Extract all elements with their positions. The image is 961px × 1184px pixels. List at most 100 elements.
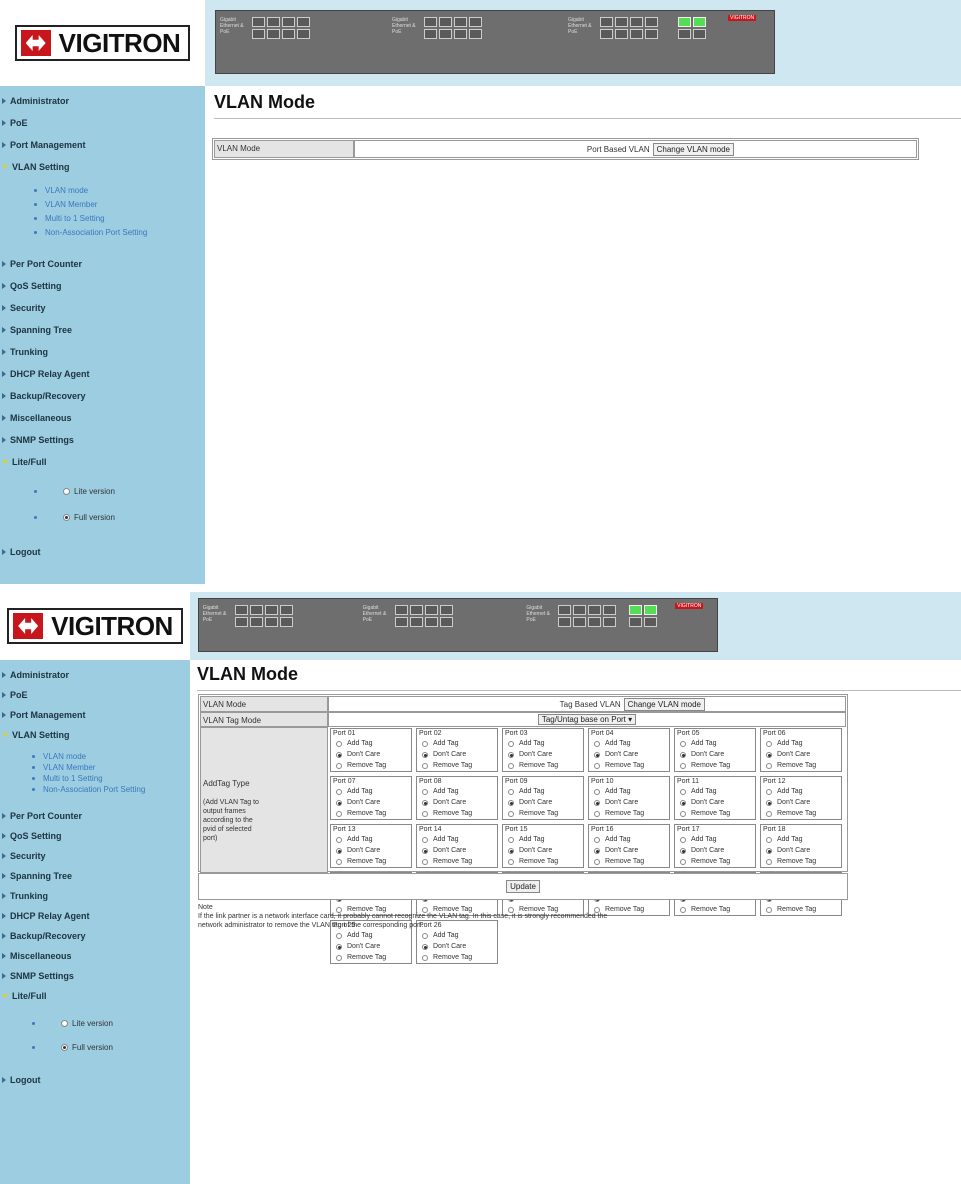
tag-option-add-tag[interactable]: Add Tag [766,788,803,795]
sidebar-item-poe[interactable]: PoE [0,688,28,702]
radio-icon[interactable] [422,836,428,843]
sfp-port-icon[interactable] [643,605,657,615]
tag-option-remove-tag[interactable]: Remove Tag [766,858,816,865]
tag-option-don-t-care[interactable]: Don't Care [766,847,810,854]
tag-option-remove-tag[interactable]: Remove Tag [508,762,558,769]
radio-icon[interactable] [766,847,772,854]
tag-option-don-t-care[interactable]: Don't Care [508,799,552,806]
sidebar-item-snmp-settings[interactable]: SNMP Settings [0,433,74,447]
ethernet-port-icon[interactable] [600,29,613,39]
radio-icon[interactable] [508,836,514,843]
ethernet-port-icon[interactable] [558,617,572,627]
tag-option-remove-tag[interactable]: Remove Tag [680,858,730,865]
tag-option-don-t-care[interactable]: Don't Care [422,943,466,950]
tag-option-don-t-care[interactable]: Don't Care [594,799,638,806]
tag-option-don-t-care[interactable]: Don't Care [594,751,638,758]
sidebar-subitem-non-association-port-setting[interactable]: Non-Association Port Setting [32,785,162,795]
ethernet-port-icon[interactable] [409,605,423,615]
sidebar-item-lite-full[interactable]: Lite/Full [0,989,47,1003]
tag-option-remove-tag[interactable]: Remove Tag [680,762,730,769]
radio-icon[interactable] [422,954,428,961]
tag-option-add-tag[interactable]: Add Tag [336,932,373,939]
ethernet-port-icon[interactable] [409,617,423,627]
radio-icon[interactable] [766,751,772,758]
radio-icon[interactable] [766,810,772,817]
radio-icon[interactable] [422,810,428,817]
sidebar-subitem-multi-to-1-setting[interactable]: Multi to 1 Setting [34,214,174,224]
tag-option-don-t-care[interactable]: Don't Care [336,799,380,806]
ethernet-port-icon[interactable] [282,17,295,27]
sidebar-subitem-non-association-port-setting[interactable]: Non-Association Port Setting [34,228,174,238]
tag-option-don-t-care[interactable]: Don't Care [336,751,380,758]
tag-option-remove-tag[interactable]: Remove Tag [336,762,386,769]
sidebar-item-spanning-tree[interactable]: Spanning Tree [0,869,72,883]
radio-icon[interactable] [422,799,428,806]
tag-option-add-tag[interactable]: Add Tag [422,932,459,939]
sidebar-subitem-vlan-mode[interactable]: VLAN mode [34,186,174,196]
radio-icon[interactable] [594,836,600,843]
radio-icon[interactable] [336,858,342,865]
tag-option-don-t-care[interactable]: Don't Care [680,799,724,806]
sidebar-item-security[interactable]: Security [0,301,46,315]
radio-icon[interactable] [680,740,686,747]
ethernet-port-icon[interactable] [267,17,280,27]
tag-option-don-t-care[interactable]: Don't Care [680,751,724,758]
tag-option-remove-tag[interactable]: Remove Tag [422,810,472,817]
tag-option-add-tag[interactable]: Add Tag [766,740,803,747]
tag-option-remove-tag[interactable]: Remove Tag [508,858,558,865]
tag-option-add-tag[interactable]: Add Tag [422,740,459,747]
sfp-port-icon[interactable] [693,17,706,27]
ethernet-port-icon[interactable] [573,605,587,615]
radio-icon[interactable] [422,751,428,758]
sidebar-item-administrator[interactable]: Administrator [0,94,69,108]
radio-icon[interactable] [680,788,686,795]
radio-icon[interactable] [508,810,514,817]
radio-icon[interactable] [422,788,428,795]
tag-option-remove-tag[interactable]: Remove Tag [766,906,816,913]
tag-option-don-t-care[interactable]: Don't Care [422,799,466,806]
tag-mode-select[interactable]: Tag/Untag base on Port ▾ [537,714,637,725]
ethernet-port-icon[interactable] [615,17,628,27]
radio-icon[interactable] [594,810,600,817]
sidebar-subitem-vlan-member[interactable]: VLAN Member [32,763,162,773]
ethernet-port-icon[interactable] [603,617,617,627]
full-version-option[interactable]: Full version [34,513,115,522]
ethernet-port-icon[interactable] [439,17,452,27]
tag-option-don-t-care[interactable]: Don't Care [766,799,810,806]
ethernet-port-icon[interactable] [252,17,265,27]
radio-icon[interactable] [508,788,514,795]
sidebar-item-per-port-counter[interactable]: Per Port Counter [0,809,82,823]
radio-icon[interactable] [422,943,428,950]
radio-icon[interactable] [680,810,686,817]
radio-icon[interactable] [63,514,70,522]
sidebar-subitem-multi-to-1-setting[interactable]: Multi to 1 Setting [32,774,162,784]
radio-icon[interactable] [336,740,342,747]
sidebar-item-poe[interactable]: PoE [0,116,28,130]
radio-icon[interactable] [336,799,342,806]
ethernet-port-icon[interactable] [297,17,310,27]
tag-option-add-tag[interactable]: Add Tag [336,788,373,795]
sidebar-item-qos-setting[interactable]: QoS Setting [0,829,62,843]
ethernet-port-icon[interactable] [264,617,278,627]
ethernet-port-icon[interactable] [394,617,408,627]
sidebar-item-logout[interactable]: Logout [0,545,41,559]
ethernet-port-icon[interactable] [439,605,453,615]
tag-option-remove-tag[interactable]: Remove Tag [594,762,644,769]
radio-icon[interactable] [766,836,772,843]
tag-option-don-t-care[interactable]: Don't Care [422,847,466,854]
sfp-port-icon[interactable] [678,17,691,27]
tag-option-remove-tag[interactable]: Remove Tag [422,762,472,769]
ethernet-port-icon[interactable] [439,29,452,39]
ethernet-port-icon[interactable] [424,605,438,615]
radio-icon[interactable] [336,943,342,950]
brand-logo[interactable]: VIGITRON [7,608,183,644]
ethernet-port-icon[interactable] [615,29,628,39]
tag-option-add-tag[interactable]: Add Tag [422,836,459,843]
tag-option-don-t-care[interactable]: Don't Care [336,943,380,950]
radio-icon[interactable] [594,751,600,758]
tag-option-remove-tag[interactable]: Remove Tag [336,954,386,961]
ethernet-port-icon[interactable] [424,17,437,27]
ethernet-port-icon[interactable] [439,617,453,627]
ethernet-port-icon[interactable] [645,17,658,27]
ethernet-port-icon[interactable] [279,617,293,627]
